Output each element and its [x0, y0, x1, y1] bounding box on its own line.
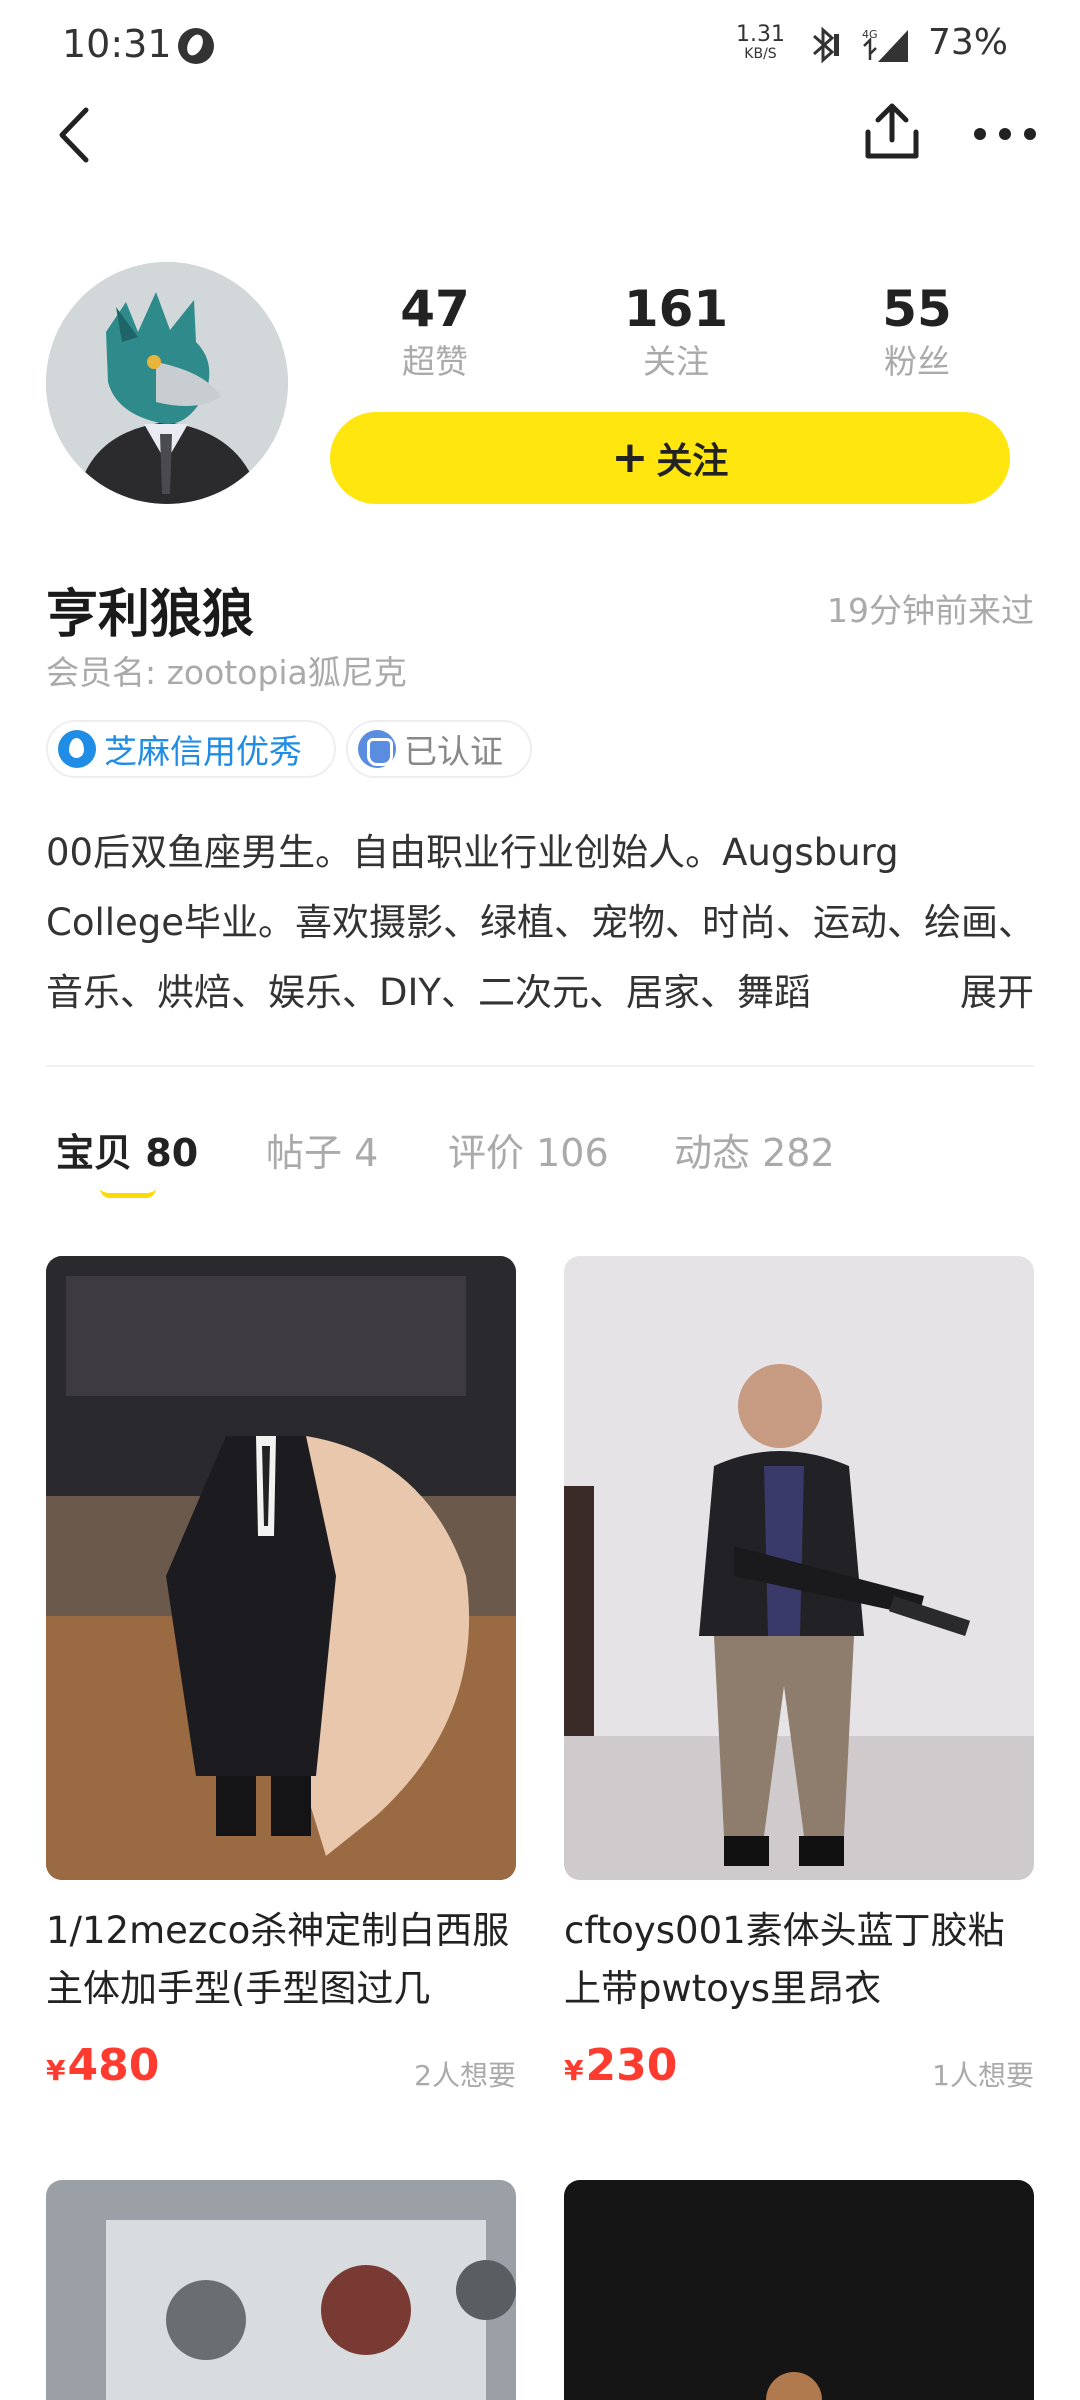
more-dots-icon	[974, 128, 1036, 140]
credit-badge[interactable]: 芝麻信用优秀	[46, 720, 336, 778]
stat-likes[interactable]: 47 超赞	[345, 276, 525, 382]
stat-likes-value: 47	[400, 280, 470, 338]
active-tab-indicator	[100, 1188, 156, 1198]
product-meta: ¥230 1人想要	[564, 2040, 1034, 2096]
network-speed: 1.31 KB/S	[736, 22, 785, 63]
tab-activity-count: 282	[762, 1131, 835, 1175]
tab-posts-label: 帖子	[266, 1131, 343, 1175]
tab-posts[interactable]: 帖子 4	[266, 1122, 378, 1177]
more-button[interactable]	[970, 104, 1040, 164]
product-price: ¥480	[46, 2040, 159, 2091]
member-name: 会员名: zootopia狐尼克	[46, 653, 407, 692]
tab-items-count: 80	[145, 1131, 199, 1175]
tab-posts-count: 4	[354, 1131, 379, 1175]
tab-reviews[interactable]: 评价 106	[448, 1122, 609, 1177]
network-speed-unit: KB/S	[744, 46, 777, 62]
last-seen-text: 19分钟前来过	[827, 591, 1034, 630]
section-divider	[46, 1065, 1034, 1067]
suit-figure-photo	[46, 1256, 516, 1880]
stat-following-label: 关注	[643, 342, 709, 381]
share-button[interactable]	[860, 98, 924, 168]
wolf-avatar-image	[46, 262, 288, 504]
globe-icon	[178, 28, 214, 64]
cellular-signal-icon: 4G	[860, 26, 912, 64]
product-price-value: 230	[585, 2040, 678, 2091]
verified-badge[interactable]: 已认证	[346, 720, 532, 778]
follow-button[interactable]: + 关注	[330, 412, 1010, 504]
username: 亨利狼狼	[46, 585, 255, 645]
product-price-value: 480	[67, 2040, 160, 2091]
zhima-credit-icon	[58, 730, 96, 768]
product-image[interactable]	[46, 1256, 516, 1880]
wants-count: 1人想要	[932, 2059, 1034, 2092]
network-speed-value: 1.31	[736, 22, 785, 47]
bio-text: 00后双鱼座男生。自由职业行业创始人。Augsburg College毕业。喜欢…	[46, 831, 1036, 1014]
battery-level: 73%	[928, 22, 1009, 63]
product-image[interactable]	[46, 2180, 516, 2400]
tab-activity[interactable]: 动态 282	[674, 1122, 835, 1177]
tab-items-label: 宝贝	[56, 1131, 133, 1175]
tab-activity-label: 动态	[674, 1131, 751, 1175]
currency-symbol: ¥	[46, 2054, 66, 2087]
product-meta: ¥480 2人想要	[46, 2040, 516, 2096]
product-card[interactable]: cftoys001素体头蓝丁胶粘上带pwtoys里昂衣 ¥230 1人想要	[564, 1256, 1034, 2096]
chevron-left-icon	[59, 107, 89, 163]
tab-reviews-label: 评价	[448, 1131, 525, 1175]
status-bar: 10:31 1.31 KB/S 4G 73%	[0, 0, 1080, 90]
status-time: 10:31	[62, 22, 172, 66]
tab-reviews-count: 106	[536, 1131, 609, 1175]
share-icon	[865, 103, 919, 159]
boxed-figure-photo	[46, 2180, 516, 2400]
stat-following-value: 161	[623, 280, 729, 338]
stat-followers-label: 粉丝	[884, 342, 950, 381]
product-image[interactable]	[564, 1256, 1034, 1880]
product-card[interactable]: 1/12mezco杀神定制白西服主体加手型(手型图过几 ¥480 2人想要	[46, 1256, 516, 2096]
tab-items[interactable]: 宝贝 80	[56, 1122, 198, 1177]
product-price: ¥230	[564, 2040, 677, 2091]
verified-badge-label: 已认证	[404, 732, 503, 771]
stat-following[interactable]: 161 关注	[586, 276, 766, 382]
back-button[interactable]	[46, 100, 106, 170]
product-title: cftoys001素体头蓝丁胶粘上带pwtoys里昂衣	[564, 1909, 1005, 2010]
plus-icon: +	[611, 432, 649, 483]
stat-followers[interactable]: 55 粉丝	[827, 276, 1007, 382]
verified-shield-icon	[358, 730, 396, 768]
avatar[interactable]	[46, 262, 288, 504]
product-image[interactable]	[564, 2180, 1034, 2400]
dark-figure-photo	[564, 2180, 1034, 2400]
credit-badge-label: 芝麻信用优秀	[104, 732, 302, 771]
currency-symbol: ¥	[564, 2054, 584, 2087]
stat-likes-label: 超赞	[402, 342, 468, 381]
stat-followers-value: 55	[882, 280, 952, 338]
product-title: 1/12mezco杀神定制白西服主体加手型(手型图过几	[46, 1909, 510, 2010]
bio-expand-link[interactable]: 展开	[910, 958, 1034, 1028]
product-card[interactable]	[564, 2180, 1034, 2400]
follow-button-label: 关注	[656, 441, 729, 482]
wants-count: 2人想要	[414, 2059, 516, 2092]
product-card[interactable]	[46, 2180, 516, 2400]
soldier-figure-photo	[564, 1256, 1034, 1880]
bluetooth-icon	[808, 26, 842, 73]
